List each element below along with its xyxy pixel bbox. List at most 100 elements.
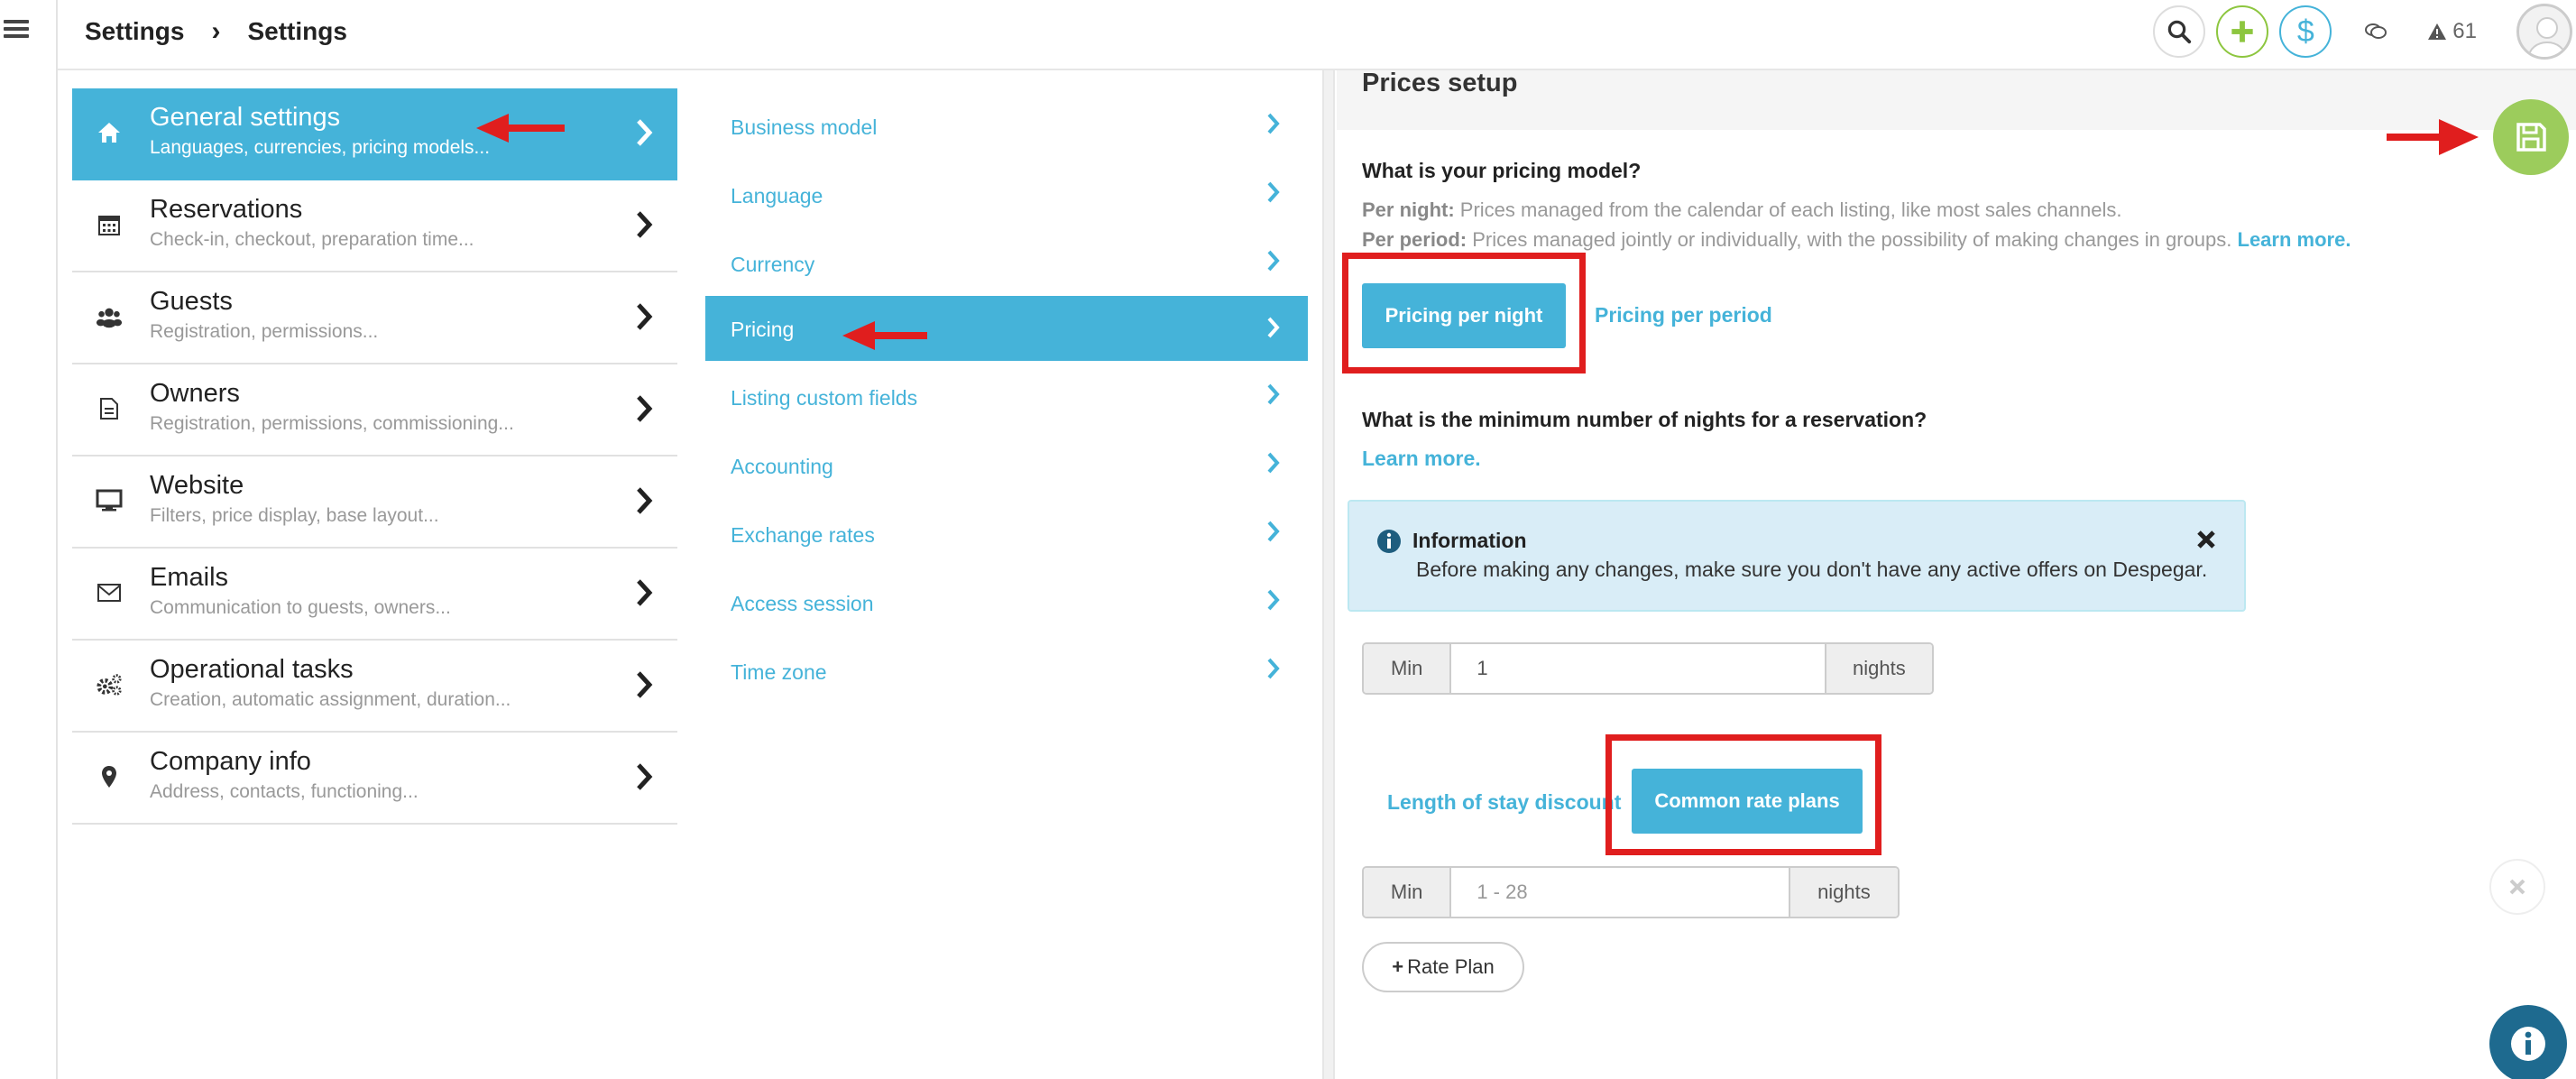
map-pin-icon [96,763,123,790]
category-subtitle: Communication to guests, owners... [150,597,451,618]
category-subtitle: Creation, automatic assignment, duration… [150,689,511,710]
category-general-settings[interactable]: General settings Languages, currencies, … [72,88,677,180]
chevron-right-icon [1267,452,1280,474]
subitem-currency[interactable]: Currency [705,227,1308,296]
dollar-icon: $ [2296,14,2314,49]
length-of-stay-discount-tab[interactable]: Length of stay discount [1387,790,1621,815]
pricing-per-night-button[interactable]: Pricing per night [1362,283,1566,348]
category-title: Website [150,471,244,500]
category-subtitle: Check-in, checkout, preparation time... [150,229,474,250]
per-period-text: Prices managed jointly or individually, … [1467,228,2238,251]
subitem-accounting[interactable]: Accounting [705,429,1308,498]
rate-plan-label: Rate Plan [1407,955,1495,978]
remove-button[interactable] [2489,859,2545,915]
document-icon [96,395,123,422]
pricing-per-period-link[interactable]: Pricing per period [1595,303,1772,327]
min-addon-2: Min [1364,868,1450,917]
min-nights-input[interactable]: 1 [1449,644,1826,693]
chevron-right-icon [1267,250,1280,272]
subitem-time-zone[interactable]: Time zone [705,635,1308,704]
per-period-description: Per period: Prices managed jointly or in… [1362,228,2351,252]
subitem-label: Currency [731,253,815,276]
hamburger-menu-icon[interactable] [4,16,29,42]
category-title: Operational tasks [150,655,354,684]
category-guests[interactable]: Guests Registration, permissions... [72,272,677,364]
breadcrumb-root[interactable]: Settings [85,17,184,46]
per-night-description: Per night: Prices managed from the calen… [1362,198,2122,222]
category-subtitle: Registration, permissions, commissioning… [150,413,514,434]
monitor-icon [96,487,123,514]
plus-icon: + [1392,955,1404,978]
alert-count: 61 [2452,19,2477,43]
alerts-button[interactable]: 61 [2427,19,2477,44]
dollar-button[interactable]: $ [2279,5,2332,58]
category-title: General settings [150,103,341,132]
min-nights-question: What is the minimum number of nights for… [1362,408,1927,431]
subitem-label: Access session [731,592,874,615]
category-title: Emails [150,563,229,592]
per-period-label: Per period: [1362,228,1467,251]
info-icon [1377,530,1401,553]
breadcrumb: Settings › Settings [85,0,347,63]
chevron-right-icon [637,395,653,422]
avatar[interactable] [2516,4,2572,60]
search-button[interactable] [2153,5,2206,58]
learn-more-link[interactable]: Learn more. [2238,228,2351,251]
chevron-right-icon [1267,521,1280,542]
chevron-right-icon [637,579,653,606]
common-rate-plans-tab[interactable]: Common rate plans [1632,769,1863,834]
top-actions: $ 61 [2142,0,2576,63]
chevron-right-icon [637,487,653,514]
learn-more-link-2[interactable]: Learn more. [1362,447,1481,471]
help-button[interactable] [2489,1005,2567,1079]
save-button[interactable] [2493,99,2569,175]
category-website[interactable]: Website Filters, price display, base lay… [72,456,677,549]
page-title: Prices setup [1362,69,1518,97]
chat-icon [2365,23,2387,39]
subitem-exchange-rates[interactable]: Exchange rates [705,498,1308,567]
plus-icon [2231,21,2253,42]
envelope-icon [96,579,123,606]
left-rail [0,0,58,1079]
subitem-access-session[interactable]: Access session [705,567,1308,635]
category-operational-tasks[interactable]: Operational tasks Creation, automatic as… [72,641,677,733]
save-icon [2516,123,2546,152]
per-night-label: Per night: [1362,198,1455,221]
category-subtitle: Registration, permissions... [150,321,379,342]
min-nights-input-group: Min 1 nights [1362,642,1934,695]
information-title: Information [1412,529,1527,552]
subitem-pricing[interactable]: Pricing [705,296,1308,361]
chat-button[interactable] [2350,5,2402,58]
close-icon[interactable] [2195,529,2217,550]
chevron-right-icon [1267,589,1280,611]
user-icon [2528,17,2566,57]
add-button[interactable] [2216,5,2269,58]
category-title: Reservations [150,195,303,224]
category-title: Company info [150,747,311,776]
annotation-arrow-icon [2387,119,2479,155]
subitem-listing-custom-fields[interactable]: Listing custom fields [705,361,1308,429]
nights-addon: nights [1826,644,1932,693]
category-title: Owners [150,379,240,408]
category-emails[interactable]: Emails Communication to guests, owners..… [72,549,677,641]
information-text: Before making any changes, make sure you… [1416,558,2208,581]
per-night-text: Prices managed from the calendar of each… [1454,198,2122,221]
subitem-label: Pricing [731,318,795,341]
subitem-label: Time zone [731,660,827,684]
chevron-right-icon [637,671,653,698]
category-reservations[interactable]: Reservations Check-in, checkout, prepara… [72,180,677,272]
min-addon: Min [1364,644,1450,693]
chevron-right-icon [1267,383,1280,405]
category-company-info[interactable]: Company info Address, contacts, function… [72,733,677,825]
chevron-right-icon [1267,181,1280,203]
annotation-arrow-icon [476,114,565,143]
nights-range-input[interactable]: 1 - 28 [1449,868,1790,917]
add-rate-plan-button[interactable]: + Rate Plan [1362,942,1524,992]
pricing-model-question: What is your pricing model? [1362,159,1642,182]
subitem-label: Business model [731,115,878,139]
category-owners[interactable]: Owners Registration, permissions, commis… [72,364,677,456]
prices-setup-panel: Prices setup What is your pricing model?… [1337,70,2576,1079]
subitem-label: Listing custom fields [731,386,918,410]
subitem-language[interactable]: Language [705,159,1308,227]
subitem-business-model[interactable]: Business model [705,90,1308,159]
